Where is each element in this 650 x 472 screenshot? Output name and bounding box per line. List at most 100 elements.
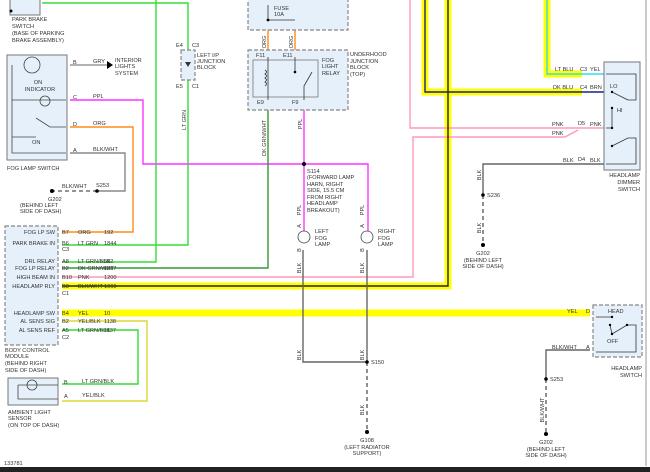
- svg-text:DK GRN/WHT: DK GRN/WHT: [262, 119, 268, 156]
- svg-text:SIDE OF DASH): SIDE OF DASH): [525, 453, 566, 459]
- pin: D: [73, 122, 77, 128]
- label: INDICATOR: [25, 87, 55, 93]
- bcm-pin: B4: [62, 311, 69, 317]
- arrow-icon: [107, 61, 113, 69]
- svg-text:YEL: YEL: [590, 67, 601, 73]
- svg-text:LO: LO: [610, 84, 618, 90]
- svg-text:BLK: BLK: [360, 349, 366, 360]
- svg-text:SIDE OF DASH): SIDE OF DASH): [5, 368, 46, 374]
- bcm-wire-label: BLK/WHT: [78, 284, 103, 290]
- svg-text:LT GRN/BLK: LT GRN/BLK: [82, 379, 114, 385]
- svg-text:PNK: PNK: [552, 131, 564, 137]
- label: SWITCH: [12, 24, 34, 30]
- svg-text:BLK: BLK: [360, 404, 366, 415]
- svg-text:RELAY: RELAY: [322, 71, 340, 77]
- svg-text:SWITCH: SWITCH: [620, 373, 642, 379]
- ground-g202-left: BLK/WHT S253 G202 (BEHIND LEFT SIDE OF D…: [20, 183, 109, 215]
- svg-text:ORG: ORG: [289, 36, 295, 49]
- svg-text:(TOP): (TOP): [350, 72, 365, 78]
- svg-text:C3: C3: [580, 67, 587, 73]
- svg-text:PPL: PPL: [298, 119, 304, 130]
- svg-text:LT BLU: LT BLU: [555, 67, 573, 73]
- wire-label: GRY: [93, 59, 105, 65]
- lamp-icon: [360, 230, 374, 244]
- label: BRAKE ASSEMBLY): [12, 38, 64, 44]
- svg-text:B: B: [360, 248, 366, 252]
- svg-text:B: B: [297, 248, 303, 252]
- lamp-icon: [297, 230, 311, 244]
- bcm-wire-label: YEL: [78, 311, 89, 317]
- svg-text:PPL: PPL: [360, 205, 366, 216]
- svg-text:(FORWARD LAMP: (FORWARD LAMP: [307, 175, 355, 181]
- blk-fog-ground-wire: [302, 250, 368, 363]
- svg-text:S253: S253: [550, 377, 563, 383]
- bcm-pin: B2: [62, 319, 69, 325]
- svg-text:A: A: [360, 224, 366, 228]
- svg-text:HEADLAMP: HEADLAMP: [611, 366, 642, 372]
- svg-text:B: B: [64, 380, 68, 386]
- dk-blu-wire: [424, 0, 606, 93]
- bcm-row-label: DRL RELAY: [25, 259, 56, 265]
- svg-text:MODULE: MODULE: [5, 354, 29, 360]
- svg-text:SIDE OF DASH): SIDE OF DASH): [462, 264, 503, 270]
- park-brake-switch: PARK BRAKE SWITCH (BASE OF PARKING BRAKE…: [9, 0, 64, 44]
- pin: C: [73, 95, 77, 101]
- bottom-bar: [0, 467, 650, 472]
- blk-wht-headlamp-sw-wire: [545, 349, 590, 379]
- bcm-pin: B2: [62, 266, 69, 272]
- wiring-diagram: PARK BRAKE SWITCH (BASE OF PARKING BRAKE…: [0, 0, 650, 472]
- svg-text:BREAKOUT): BREAKOUT): [307, 208, 340, 214]
- svg-text:E4: E4: [176, 43, 183, 49]
- bcm-circuit: 10: [104, 311, 110, 317]
- bcm-pin: B7: [62, 230, 69, 236]
- svg-text:BLK/WHT: BLK/WHT: [540, 397, 546, 422]
- bcm-circuit: 1844: [104, 241, 116, 247]
- bcm-row-label: HEADLAMP SW: [14, 311, 56, 317]
- svg-text:HEADLAMP: HEADLAMP: [307, 201, 338, 207]
- svg-text:BLOCK: BLOCK: [350, 65, 369, 71]
- svg-text:E9: E9: [257, 100, 264, 106]
- svg-text:BLK: BLK: [590, 158, 601, 164]
- svg-text:E11: E11: [283, 53, 293, 59]
- svg-text:A: A: [64, 394, 68, 400]
- svg-text:HI: HI: [617, 108, 623, 114]
- pin: B: [73, 60, 77, 66]
- svg-text:BLK: BLK: [360, 262, 366, 273]
- blk-dimmer-wire: [482, 163, 606, 195]
- ambient-light-sensor: B A LT GRN/BLK YEL/BLK AMBIENT LIGHT SEN…: [7, 377, 114, 429]
- svg-text:LAMP: LAMP: [315, 242, 331, 248]
- svg-text:LAMP: LAMP: [378, 242, 394, 248]
- svg-text:RIGHT: RIGHT: [378, 229, 396, 235]
- svg-text:DK BLU: DK BLU: [553, 85, 573, 91]
- ground-icon: [544, 432, 548, 436]
- svg-text:BLK: BLK: [297, 262, 303, 273]
- fog-lamp-schematic: PARK BRAKE SWITCH (BASE OF PARKING BRAKE…: [0, 0, 650, 472]
- svg-text:G202: G202: [539, 440, 553, 446]
- svg-text:S236: S236: [487, 193, 500, 199]
- svg-text:BLK: BLK: [477, 222, 483, 233]
- svg-text:SIDE OF DASH): SIDE OF DASH): [20, 209, 61, 215]
- svg-text:D: D: [586, 309, 590, 315]
- bcm-circuit: 1200: [104, 275, 116, 281]
- lt-grn-blk-drl-wire: [62, 0, 157, 263]
- svg-text:(BEHIND RIGHT: (BEHIND RIGHT: [5, 361, 48, 367]
- bcm-row-label: PARK BRAKE IN: [13, 241, 55, 247]
- svg-text:YEL/BLK: YEL/BLK: [82, 393, 105, 399]
- svg-text:YEL: YEL: [567, 309, 578, 315]
- bcm-circuit: 1317: [104, 266, 116, 272]
- svg-text:BLOCK: BLOCK: [197, 65, 216, 71]
- left-ip-junction-block: E4 C3 E5 C1 LEFT I/P JUNCTION BLOCK LT G…: [176, 43, 225, 130]
- bcm-pin: C1: [62, 291, 69, 297]
- diagram-id: 133781: [4, 461, 23, 467]
- bcm-row-label: HEADLAMP RLY: [12, 284, 55, 290]
- bcm-pin: A8: [62, 259, 69, 265]
- svg-text:E5: E5: [176, 84, 183, 90]
- svg-text:LIGHT: LIGHT: [322, 64, 339, 70]
- svg-text:LT GRN: LT GRN: [182, 110, 188, 130]
- bcm-pin: A5: [62, 328, 69, 334]
- svg-text:F9: F9: [292, 100, 299, 106]
- svg-text:UNDERHOOD: UNDERHOOD: [350, 52, 387, 58]
- pin: A: [73, 148, 77, 154]
- bcm-pin: C2: [62, 335, 69, 341]
- body-control-module: FOG LP SW B7 ORG 192PARK BRAKE IN B6 LT GRN 18…: [4, 225, 116, 374]
